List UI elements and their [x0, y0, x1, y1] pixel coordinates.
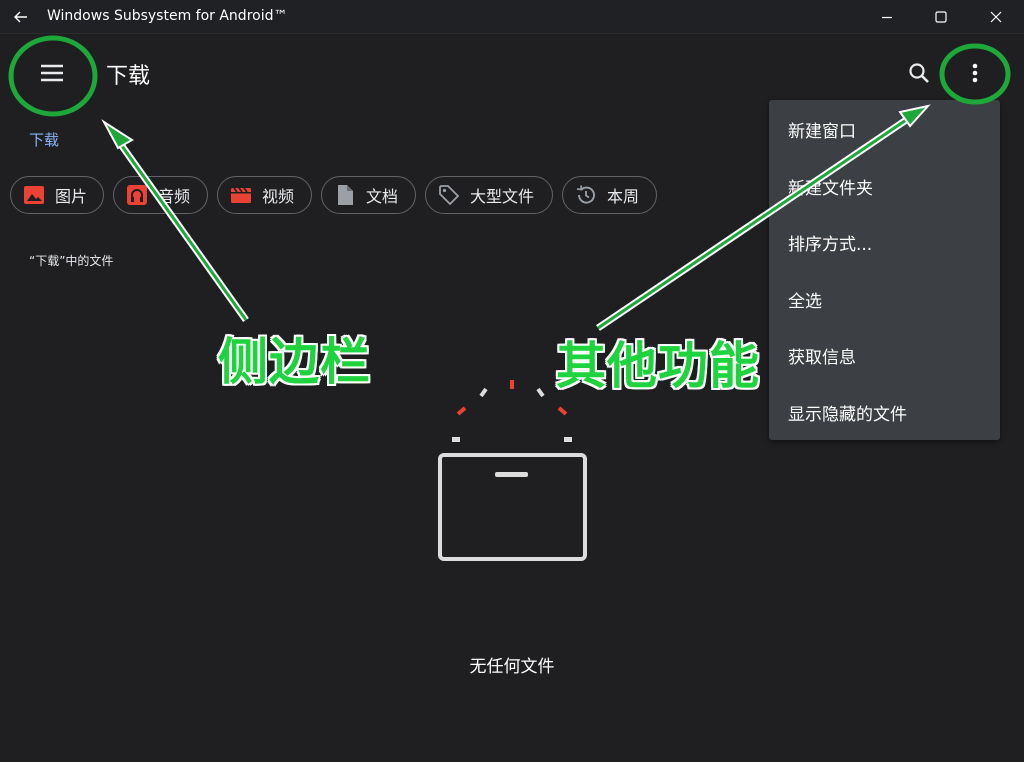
chip-this-week[interactable]: 本周: [562, 176, 657, 214]
history-icon: [575, 184, 597, 206]
image-icon: [23, 184, 45, 206]
menu-item-select-all[interactable]: 全选: [769, 271, 1000, 327]
chip-images[interactable]: 图片: [10, 176, 104, 214]
chip-label: 文档: [366, 187, 399, 206]
document-icon: [334, 184, 356, 206]
close-button[interactable]: [973, 0, 1019, 34]
maximize-icon: [935, 11, 947, 23]
maximize-button[interactable]: [918, 0, 964, 34]
title-bar: Windows Subsystem for Android™: [0, 0, 1024, 34]
close-icon: [990, 11, 1002, 23]
audio-icon: [126, 184, 148, 206]
chip-label: 视频: [262, 187, 295, 206]
chip-label: 音频: [158, 187, 191, 206]
hamburger-menu-icon: [41, 64, 63, 82]
minimize-button[interactable]: [864, 0, 910, 34]
chip-label: 图片: [55, 187, 88, 206]
empty-folder-illustration: [430, 374, 600, 570]
chip-label: 大型文件: [470, 187, 535, 206]
menu-item-new-folder[interactable]: 新建文件夹: [769, 158, 1000, 214]
chip-large-files[interactable]: 大型文件: [425, 176, 553, 214]
annotation-arrow-sidebar: [101, 119, 249, 323]
overflow-menu: 新建窗口 新建文件夹 排序方式... 全选 获取信息 显示隐藏的文件: [769, 100, 1000, 440]
section-label: “下载”中的文件: [29, 254, 114, 268]
page-title: 下载: [106, 64, 151, 89]
minimize-icon: [882, 16, 892, 19]
menu-item-sort-by[interactable]: 排序方式...: [769, 214, 1000, 270]
breadcrumb[interactable]: 下载: [29, 129, 59, 150]
menu-item-get-info[interactable]: 获取信息: [769, 327, 1000, 383]
chip-videos[interactable]: 视频: [217, 176, 312, 214]
navigation-menu-button[interactable]: [30, 57, 74, 91]
chip-label: 本周: [607, 187, 640, 206]
empty-state-text: 无任何文件: [469, 657, 555, 677]
search-icon: [909, 63, 929, 83]
annotation-label-more: 其他功能: [556, 337, 760, 395]
more-vert-icon: [972, 63, 978, 83]
window-title: Windows Subsystem for Android™: [47, 8, 288, 24]
menu-item-new-window[interactable]: 新建窗口: [769, 101, 1000, 157]
video-icon: [230, 184, 252, 206]
search-button[interactable]: [903, 57, 937, 91]
annotation-label-sidebar: 侧边栏: [218, 333, 371, 391]
menu-item-show-hidden-files[interactable]: 显示隐藏的文件: [769, 384, 1000, 440]
chip-audio[interactable]: 音频: [113, 176, 208, 214]
back-arrow-icon: [14, 11, 27, 23]
back-button[interactable]: [6, 2, 36, 32]
chip-documents[interactable]: 文档: [321, 176, 416, 214]
more-options-button[interactable]: [960, 57, 990, 91]
tag-icon: [438, 184, 460, 206]
